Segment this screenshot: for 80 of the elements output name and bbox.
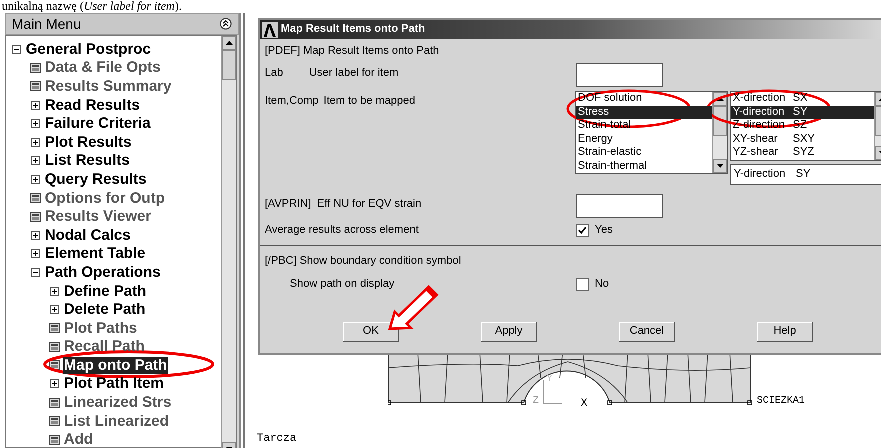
- scrollbar[interactable]: [712, 92, 727, 173]
- menu-item[interactable]: Plot Results: [44, 134, 133, 151]
- list-item[interactable]: Strain-thermal: [576, 160, 712, 173]
- collapse-icon[interactable]: [31, 268, 40, 277]
- menu-item[interactable]: Plot Path Item: [63, 375, 166, 392]
- command-icon: [49, 416, 60, 426]
- command-icon: [30, 212, 41, 222]
- menu-item[interactable]: List Results: [44, 152, 132, 170]
- menu-item[interactable]: Delete Path: [63, 301, 147, 318]
- document-caption: unikalną nazwę (User label for item).: [2, 0, 182, 13]
- list-item[interactable]: XY-shear SXY: [731, 132, 874, 146]
- field-description: User label for item: [309, 66, 399, 81]
- dialog-title: Map Result Items onto Path: [281, 22, 426, 38]
- command-icon: [49, 398, 60, 408]
- section-heading: [/PBC] Show boundary condition symbol: [265, 254, 462, 268]
- scrollbar[interactable]: [221, 36, 236, 448]
- input-field[interactable]: [576, 194, 663, 218]
- menu-item[interactable]: Query Results: [44, 170, 148, 188]
- field-description: Eff NU for EQV strain: [317, 197, 422, 212]
- axis-label: Y: [547, 373, 552, 386]
- menu-item[interactable]: Failure Criteria: [44, 115, 152, 132]
- dialog-button[interactable]: Cancel: [619, 322, 675, 342]
- expand-icon[interactable]: [31, 138, 40, 147]
- scroll-up-icon[interactable]: [222, 36, 236, 50]
- list-item[interactable]: Stress: [576, 106, 712, 119]
- field-label: Item,Comp: [265, 94, 319, 109]
- input-field[interactable]: [576, 63, 663, 87]
- expand-icon[interactable]: [31, 100, 40, 110]
- list-item[interactable]: Energy: [576, 132, 712, 146]
- expand-icon[interactable]: [31, 119, 40, 128]
- menu-item[interactable]: Define Path: [63, 282, 148, 300]
- menu-item[interactable]: Map onto Path: [63, 356, 168, 374]
- expand-icon[interactable]: [31, 230, 40, 240]
- field-label: Show path on display: [289, 277, 396, 292]
- command-icon: [49, 323, 60, 334]
- selection-field[interactable]: Y-direction SY: [730, 164, 881, 185]
- dialog-button[interactable]: OK: [343, 322, 399, 342]
- list-item[interactable]: YZ-shear SYZ: [731, 146, 874, 160]
- expand-icon[interactable]: [50, 305, 59, 314]
- dialog-button[interactable]: Help: [757, 322, 813, 342]
- command-icon: [49, 434, 60, 445]
- field-description: Item to be mapped: [324, 94, 416, 109]
- expand-icon[interactable]: [50, 286, 59, 296]
- command-icon: [30, 62, 41, 73]
- field-label: Lab: [265, 66, 284, 81]
- list-item[interactable]: X-direction SX: [731, 92, 874, 106]
- list-item[interactable]: Y-direction SY: [731, 106, 874, 119]
- scroll-down-icon[interactable]: [713, 159, 727, 173]
- expand-icon[interactable]: [50, 379, 59, 388]
- menu-item[interactable]: Path Operations: [44, 264, 162, 281]
- expand-icon[interactable]: [31, 156, 40, 166]
- menu-item[interactable]: Read Results: [44, 96, 142, 114]
- checkbox[interactable]: [576, 224, 589, 237]
- list-item[interactable]: Strain-elastic: [576, 146, 712, 160]
- command-icon: [49, 342, 60, 352]
- command-heading: [PDEF] Map Result Items onto Path: [265, 45, 440, 58]
- command-icon: [30, 193, 41, 204]
- expand-icon[interactable]: [31, 174, 40, 184]
- scroll-thumb[interactable]: [222, 50, 236, 80]
- check-icon: [578, 226, 587, 235]
- collapse-icon[interactable]: [12, 44, 21, 54]
- checkbox[interactable]: [576, 278, 589, 291]
- field-label: [AVPRIN]: [265, 197, 312, 212]
- checkbox-label: Yes: [595, 223, 613, 238]
- menu-item[interactable]: General Postproc: [25, 40, 152, 58]
- app-logo-icon: [262, 22, 278, 38]
- dialog-button[interactable]: Apply: [481, 322, 537, 342]
- plot-title: Tarcza: [257, 432, 297, 447]
- scroll-thumb[interactable]: [713, 106, 727, 136]
- axis-label: Z: [533, 395, 540, 409]
- command-icon: [30, 81, 41, 92]
- menu-item[interactable]: Nodal Calcs: [44, 226, 132, 244]
- expand-icon[interactable]: [31, 249, 40, 258]
- menu-item[interactable]: Element Table: [44, 245, 147, 262]
- field-label: Average results across element: [265, 223, 420, 238]
- path-label: SCIEZKA1: [757, 395, 806, 409]
- panel-title: Main Menu: [12, 14, 82, 34]
- checkbox-label: No: [595, 277, 610, 292]
- axis-label: X: [581, 397, 588, 412]
- collapse-icon[interactable]: [220, 18, 232, 30]
